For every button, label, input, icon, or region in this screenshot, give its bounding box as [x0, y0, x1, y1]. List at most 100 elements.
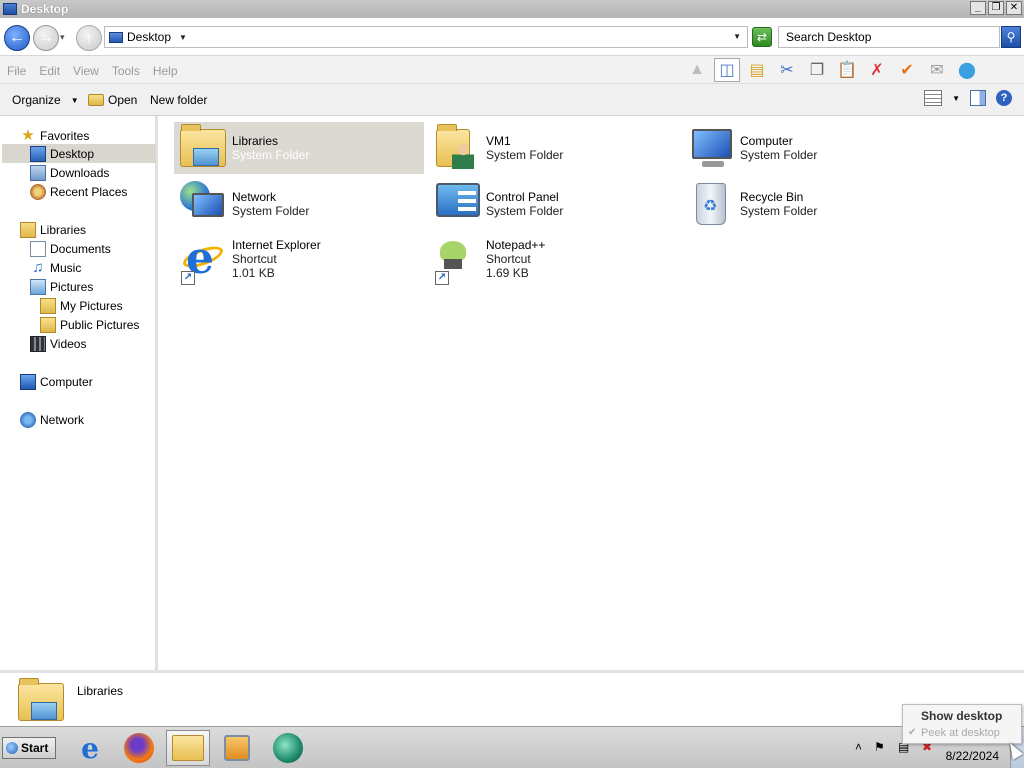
properties-icon[interactable]: ✉ [924, 58, 950, 82]
recent-places-icon [30, 183, 46, 200]
shortcut-arrow-icon: ↗ [435, 271, 449, 285]
breadcrumb-arrow-icon[interactable]: ▼ [179, 33, 187, 42]
details-item-name: Libraries [77, 684, 124, 698]
taskbar-firefox[interactable] [117, 730, 161, 766]
nav-computer[interactable]: Computer [20, 372, 93, 391]
item-computer[interactable]: Computer System Folder [682, 122, 932, 174]
item-libraries[interactable]: Libraries System Folder [174, 122, 424, 174]
pictures-icon [30, 278, 46, 295]
app-icon [273, 733, 303, 763]
new-folder-label: New folder [150, 93, 208, 107]
nav-favorites[interactable]: ★ Favorites [20, 126, 89, 145]
menu-tools[interactable]: Tools [112, 64, 140, 78]
nav-documents[interactable]: Documents [30, 239, 111, 258]
close-button[interactable]: ✕ [1006, 1, 1022, 15]
computer-icon [20, 373, 36, 390]
item-network[interactable]: Network System Folder [174, 178, 424, 230]
desktop-icon [30, 145, 46, 162]
nav-label: Desktop [50, 146, 95, 161]
start-button[interactable]: Start [2, 737, 56, 759]
notepad-plus-plus-icon: ↗ [432, 235, 482, 285]
show-desktop-menu: Show desktop ✔ Peek at desktop [902, 704, 1022, 744]
minimize-button[interactable]: _ [970, 1, 986, 15]
nav-label: Videos [50, 336, 87, 351]
menu-view[interactable]: View [73, 64, 99, 78]
nav-downloads[interactable]: Downloads [30, 163, 109, 182]
address-location[interactable]: Desktop [127, 30, 171, 44]
change-view-icon[interactable] [924, 90, 943, 106]
folders-pane-icon[interactable]: ◫ [714, 58, 740, 82]
taskbar-internet-explorer[interactable]: e [68, 730, 112, 766]
item-internet-explorer[interactable]: e ↗ Internet Explorer Shortcut 1.01 KB [174, 234, 424, 294]
nav-label: My Pictures [60, 298, 123, 313]
nav-recent-places[interactable]: Recent Places [30, 182, 127, 201]
up-folder-icon[interactable]: ▲ [684, 58, 710, 82]
libraries-icon [178, 123, 228, 173]
menu-edit[interactable]: Edit [39, 64, 60, 78]
taskbar-explorer[interactable] [166, 730, 210, 766]
flag-icon[interactable]: ⚑ [874, 740, 885, 754]
item-type: System Folder [740, 204, 818, 218]
nav-my-pictures[interactable]: My Pictures [40, 296, 123, 315]
item-size: 1.69 KB [486, 266, 529, 280]
nav-desktop[interactable]: Desktop [2, 144, 156, 163]
media-player-icon [224, 735, 250, 761]
network-icon [178, 179, 228, 229]
paste-icon[interactable]: 📋 [834, 58, 860, 82]
undo-icon[interactable]: ✔ [894, 58, 920, 82]
nav-pictures[interactable]: Pictures [30, 277, 93, 296]
folder-icon [40, 316, 56, 333]
view-dropdown-icon[interactable]: ▼ [952, 94, 960, 103]
open-button[interactable]: Open [88, 93, 137, 107]
computer-icon [686, 123, 736, 173]
nav-network[interactable]: Network [20, 410, 84, 429]
more-icon[interactable]: ⬤ [954, 58, 980, 82]
organize-button[interactable]: Organize ▼ [12, 93, 79, 107]
item-vm1[interactable]: VM1 System Folder [428, 122, 678, 174]
item-name: Computer [740, 134, 793, 148]
item-name: Recycle Bin [740, 190, 804, 204]
item-type: System Folder [232, 204, 310, 218]
libraries-icon [16, 675, 66, 723]
clock-date[interactable]: 8/22/2024 [946, 749, 999, 763]
item-notepad-plus-plus[interactable]: ↗ Notepad++ Shortcut 1.69 KB [428, 234, 678, 294]
item-type: System Folder [486, 204, 564, 218]
peek-at-desktop-menu-item[interactable]: Peek at desktop [921, 727, 1000, 739]
item-control-panel[interactable]: Control Panel System Folder [428, 178, 678, 230]
preview-pane-icon[interactable] [970, 90, 986, 106]
nav-music[interactable]: ♫ Music [30, 258, 81, 277]
nav-libraries[interactable]: Libraries [20, 220, 86, 239]
menu-file[interactable]: File [7, 64, 26, 78]
refresh-button[interactable]: ⇄ [752, 27, 772, 47]
help-icon[interactable]: ? [996, 90, 1012, 106]
item-name: Network [232, 190, 277, 204]
taskbar-media-player[interactable] [215, 730, 259, 766]
up-button[interactable]: ↑ [76, 25, 102, 51]
item-name: Libraries [232, 134, 279, 148]
show-hidden-icons-icon[interactable]: ˄ [855, 740, 862, 754]
address-box[interactable]: Desktop ▼ ▼ [104, 26, 748, 48]
windows-logo-icon [6, 742, 18, 754]
delete-icon[interactable]: ✗ [864, 58, 890, 82]
nav-videos[interactable]: Videos [30, 334, 86, 353]
back-button[interactable]: ← [4, 25, 30, 51]
nav-public-pictures[interactable]: Public Pictures [40, 315, 139, 334]
search-input[interactable]: Search Desktop [778, 26, 1000, 48]
nav-label: Music [50, 260, 82, 275]
forward-button[interactable]: → [33, 25, 59, 51]
search-icon[interactable]: ⚲ [1001, 26, 1021, 48]
maximize-button[interactable]: ❐ [988, 1, 1004, 15]
show-desktop-menu-item[interactable]: Show desktop [921, 709, 1002, 723]
recent-pages-dropdown[interactable]: ▾ [60, 32, 65, 43]
menu-help[interactable]: Help [153, 64, 178, 78]
copy-icon[interactable]: ❐ [804, 58, 830, 82]
address-dropdown-icon[interactable]: ▼ [733, 32, 741, 41]
cut-icon[interactable]: ✂ [774, 58, 800, 82]
item-recycle-bin[interactable]: Recycle Bin System Folder [682, 178, 932, 230]
new-folder-button[interactable]: New folder [150, 93, 207, 107]
open-label: Open [108, 93, 138, 107]
folder-options-icon[interactable]: ▤ [744, 58, 770, 82]
item-type: Shortcut [232, 252, 277, 266]
libraries-icon [20, 221, 36, 238]
taskbar-app[interactable] [266, 730, 310, 766]
